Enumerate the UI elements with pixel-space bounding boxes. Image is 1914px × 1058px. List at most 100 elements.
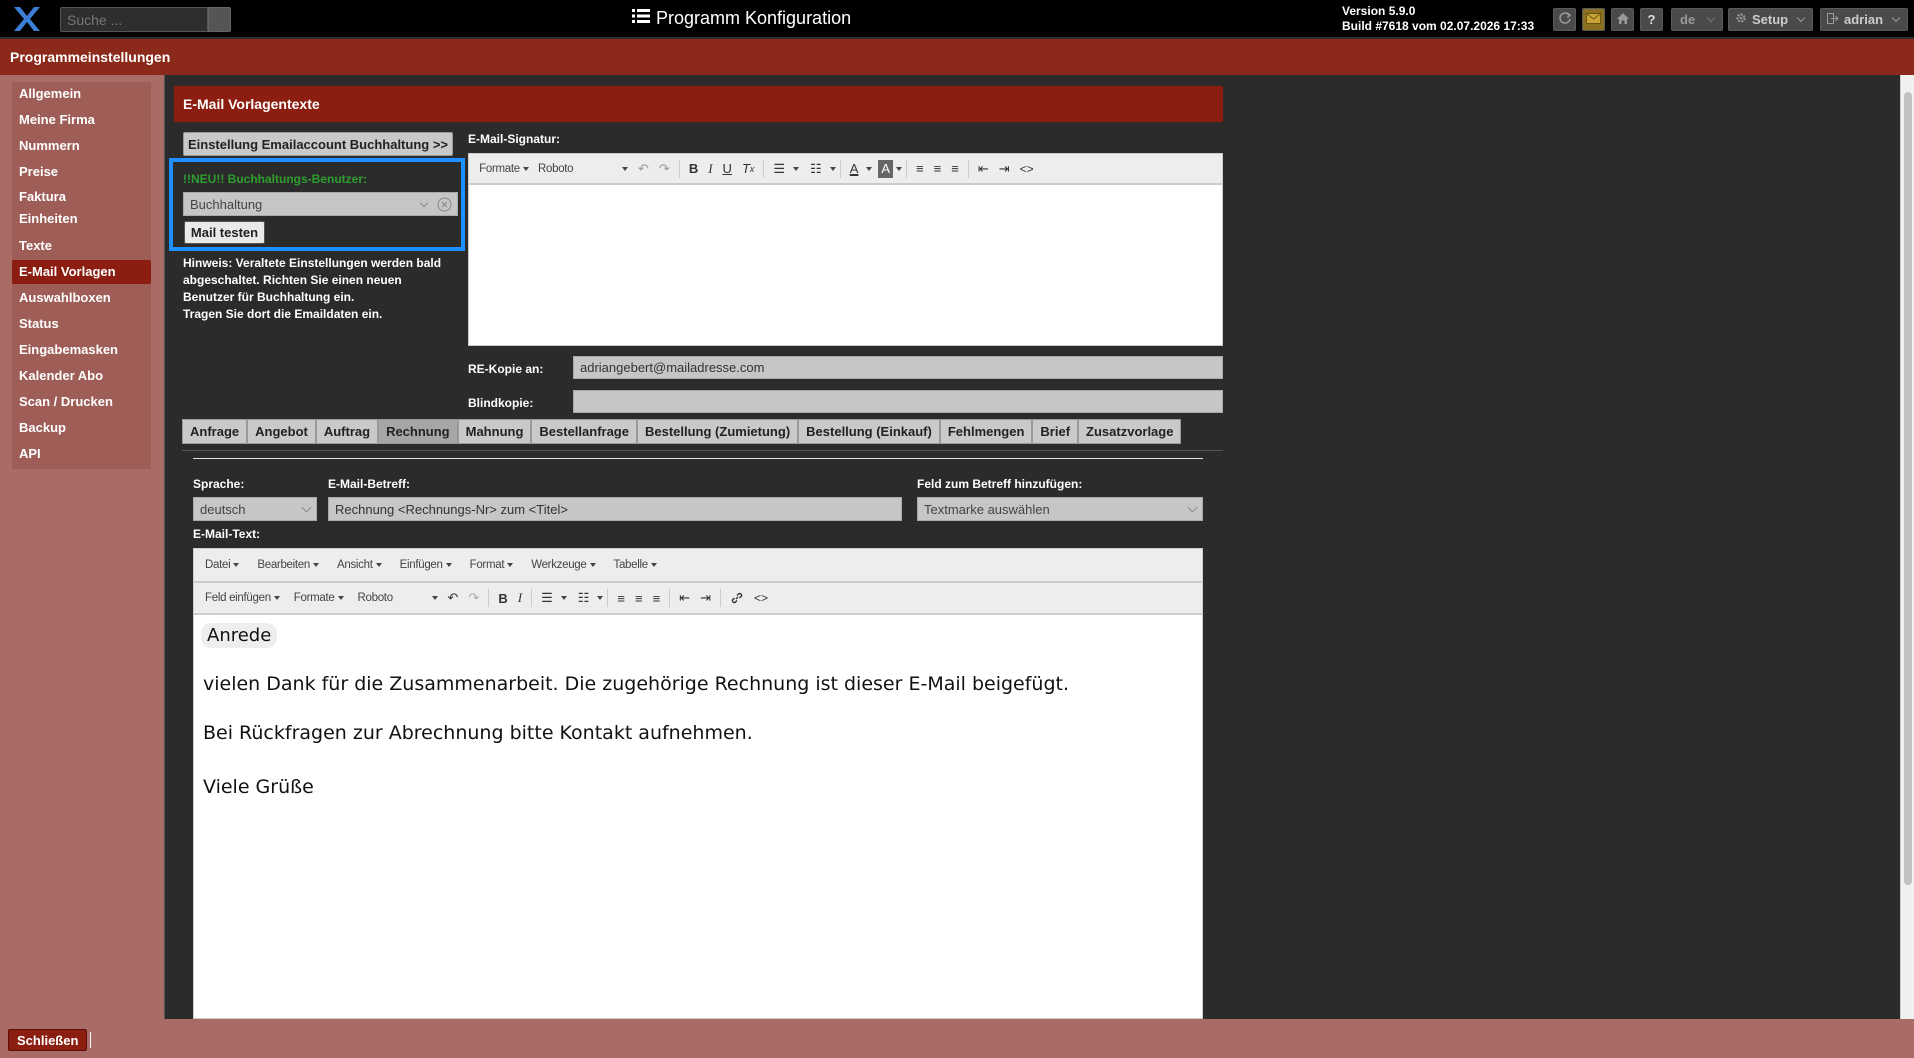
menu-bearbeiten[interactable]: Bearbeiten bbox=[252, 554, 324, 576]
sidebar-item-preise[interactable]: Preise bbox=[12, 160, 151, 184]
language-select[interactable]: deutsch bbox=[193, 497, 317, 521]
align-right-icon[interactable]: ≡ bbox=[648, 587, 666, 609]
signature-formats-dropdown[interactable]: Formate bbox=[475, 158, 533, 180]
tab-anfrage[interactable]: Anfrage bbox=[182, 419, 248, 444]
text-color-icon[interactable]: A bbox=[845, 158, 864, 180]
re-copy-label: RE-Kopie an: bbox=[468, 362, 544, 376]
test-mail-button[interactable]: Mail testen bbox=[184, 221, 265, 244]
bold-icon[interactable]: B bbox=[493, 587, 512, 609]
caret-icon[interactable] bbox=[866, 166, 873, 171]
close-button[interactable]: Schließen bbox=[8, 1029, 88, 1051]
tab-auftrag[interactable]: Auftrag bbox=[315, 419, 379, 444]
sidebar-item-backup[interactable]: Backup bbox=[12, 416, 151, 440]
undo-icon[interactable]: ↶ bbox=[443, 587, 464, 609]
redo-icon[interactable]: ↷ bbox=[654, 158, 675, 180]
clear-icon[interactable] bbox=[437, 197, 452, 215]
search-input[interactable] bbox=[60, 7, 208, 32]
tab-fehlmengen[interactable]: Fehlmengen bbox=[939, 419, 1033, 444]
sidebar-item-email-vorlagen[interactable]: E-Mail Vorlagen bbox=[12, 260, 151, 284]
hint-line: Tragen Sie dort die Emaildaten ein. bbox=[183, 307, 383, 321]
app-logo-icon[interactable] bbox=[12, 5, 42, 33]
outdent-icon[interactable]: ⇤ bbox=[973, 158, 994, 180]
menu-datei[interactable]: Datei bbox=[200, 554, 244, 576]
menu-format[interactable]: Format bbox=[465, 554, 519, 576]
tab-angebot[interactable]: Angebot bbox=[247, 419, 316, 444]
numbered-list-icon[interactable]: ☷ bbox=[805, 158, 827, 180]
caret-icon[interactable] bbox=[597, 596, 604, 600]
indent-icon[interactable]: ⇥ bbox=[695, 587, 716, 609]
bcc-input[interactable] bbox=[573, 390, 1223, 413]
sidebar-item-nummern[interactable]: Nummern bbox=[12, 134, 151, 158]
menu-tabelle[interactable]: Tabelle bbox=[609, 554, 662, 576]
insert-field-dropdown[interactable]: Feld einfügen bbox=[200, 587, 285, 609]
signature-font-dropdown[interactable]: Roboto bbox=[533, 158, 633, 180]
caret-icon[interactable] bbox=[560, 596, 567, 600]
re-copy-input[interactable]: adriangebert@mailadresse.com bbox=[573, 356, 1223, 379]
search-button[interactable] bbox=[208, 7, 231, 32]
align-center-icon[interactable]: ≡ bbox=[929, 158, 947, 180]
tab-mahnung[interactable]: Mahnung bbox=[457, 419, 532, 444]
sidebar-item-scan-drucken[interactable]: Scan / Drucken bbox=[12, 390, 151, 414]
clear-format-icon[interactable]: Tx bbox=[737, 158, 759, 180]
italic-icon[interactable]: I bbox=[703, 158, 717, 180]
background-color-icon[interactable]: A bbox=[878, 159, 894, 178]
sidebar-item-faktura[interactable]: Faktura bbox=[12, 186, 151, 208]
menu-ansicht[interactable]: Ansicht bbox=[332, 554, 387, 576]
add-field-select[interactable]: Textmarke auswählen bbox=[917, 497, 1203, 521]
sidebar-item-status[interactable]: Status bbox=[12, 312, 151, 336]
help-button[interactable]: ? bbox=[1640, 8, 1663, 31]
tab-bestellung-zumietung[interactable]: Bestellung (Zumietung) bbox=[636, 419, 799, 444]
caret-icon[interactable] bbox=[896, 166, 903, 171]
sidebar-item-einheiten[interactable]: Einheiten bbox=[12, 208, 151, 230]
main-scrollbar[interactable] bbox=[1900, 75, 1914, 1019]
setup-menu[interactable]: Setup bbox=[1728, 8, 1813, 31]
sidebar-item-texte[interactable]: Texte bbox=[12, 234, 151, 258]
tab-brief[interactable]: Brief bbox=[1032, 419, 1079, 444]
email-body-editor[interactable]: Anrede vielen Dank für die Zusammenarbei… bbox=[193, 614, 1203, 1019]
align-left-icon[interactable]: ≡ bbox=[612, 587, 630, 609]
formats-dropdown[interactable]: Formate bbox=[289, 587, 349, 609]
signature-editor[interactable] bbox=[468, 184, 1223, 346]
align-right-icon[interactable]: ≡ bbox=[946, 158, 964, 180]
sidebar-item-allgemein[interactable]: Allgemein bbox=[12, 82, 151, 106]
accounting-user-select[interactable]: Buchhaltung bbox=[183, 192, 458, 216]
refresh-button[interactable] bbox=[1553, 8, 1576, 31]
home-button[interactable] bbox=[1611, 8, 1634, 31]
bold-icon[interactable]: B bbox=[684, 158, 703, 180]
sidebar-item-meine-firma[interactable]: Meine Firma bbox=[12, 108, 151, 132]
outdent-icon[interactable]: ⇤ bbox=[674, 587, 695, 609]
source-code-icon[interactable]: <> bbox=[1015, 158, 1039, 180]
tab-zusatzvorlage[interactable]: Zusatzvorlage bbox=[1078, 419, 1182, 444]
underline-icon[interactable]: U bbox=[718, 158, 737, 180]
indent-icon[interactable]: ⇥ bbox=[994, 158, 1015, 180]
tab-rechnung[interactable]: Rechnung bbox=[378, 419, 458, 444]
align-center-icon[interactable]: ≡ bbox=[630, 587, 648, 609]
caret-icon[interactable] bbox=[793, 166, 800, 171]
source-code-icon[interactable]: <> bbox=[749, 587, 773, 609]
menu-einfuegen[interactable]: Einfügen bbox=[395, 554, 457, 576]
sidebar-item-eingabemasken[interactable]: Eingabemasken bbox=[12, 338, 151, 362]
tab-bestellung-einkauf[interactable]: Bestellung (Einkauf) bbox=[798, 419, 940, 444]
bullet-list-icon[interactable]: ☰ bbox=[768, 158, 790, 180]
undo-icon[interactable]: ↶ bbox=[633, 158, 654, 180]
menu-werkzeuge[interactable]: Werkzeuge bbox=[526, 554, 600, 576]
caret-icon[interactable] bbox=[829, 166, 836, 171]
numbered-list-icon[interactable]: ☷ bbox=[573, 587, 595, 609]
subject-input[interactable]: Rechnung <Rechnungs-Nr> zum <Titel> bbox=[328, 497, 902, 521]
language-select[interactable]: de bbox=[1671, 8, 1723, 31]
email-account-settings-button[interactable]: Einstellung Emailaccount Buchhaltung >> bbox=[183, 132, 453, 156]
sidebar-item-kalender-abo[interactable]: Kalender Abo bbox=[12, 364, 151, 388]
bullet-list-icon[interactable]: ☰ bbox=[536, 587, 558, 609]
user-menu[interactable]: adrian bbox=[1820, 8, 1908, 31]
sidebar-item-auswahlboxen[interactable]: Auswahlboxen bbox=[12, 286, 151, 310]
italic-icon[interactable]: I bbox=[513, 587, 527, 609]
sidebar-item-api[interactable]: API bbox=[12, 442, 151, 466]
font-dropdown[interactable]: Roboto bbox=[353, 587, 443, 609]
scrollbar-thumb[interactable] bbox=[1904, 92, 1912, 885]
tab-bestellanfrage[interactable]: Bestellanfrage bbox=[531, 419, 637, 444]
salutation-placeholder[interactable]: Anrede bbox=[201, 623, 278, 648]
mail-button[interactable] bbox=[1582, 8, 1605, 31]
redo-icon[interactable]: ↷ bbox=[463, 587, 484, 609]
align-left-icon[interactable]: ≡ bbox=[911, 158, 929, 180]
link-icon[interactable] bbox=[725, 587, 749, 609]
